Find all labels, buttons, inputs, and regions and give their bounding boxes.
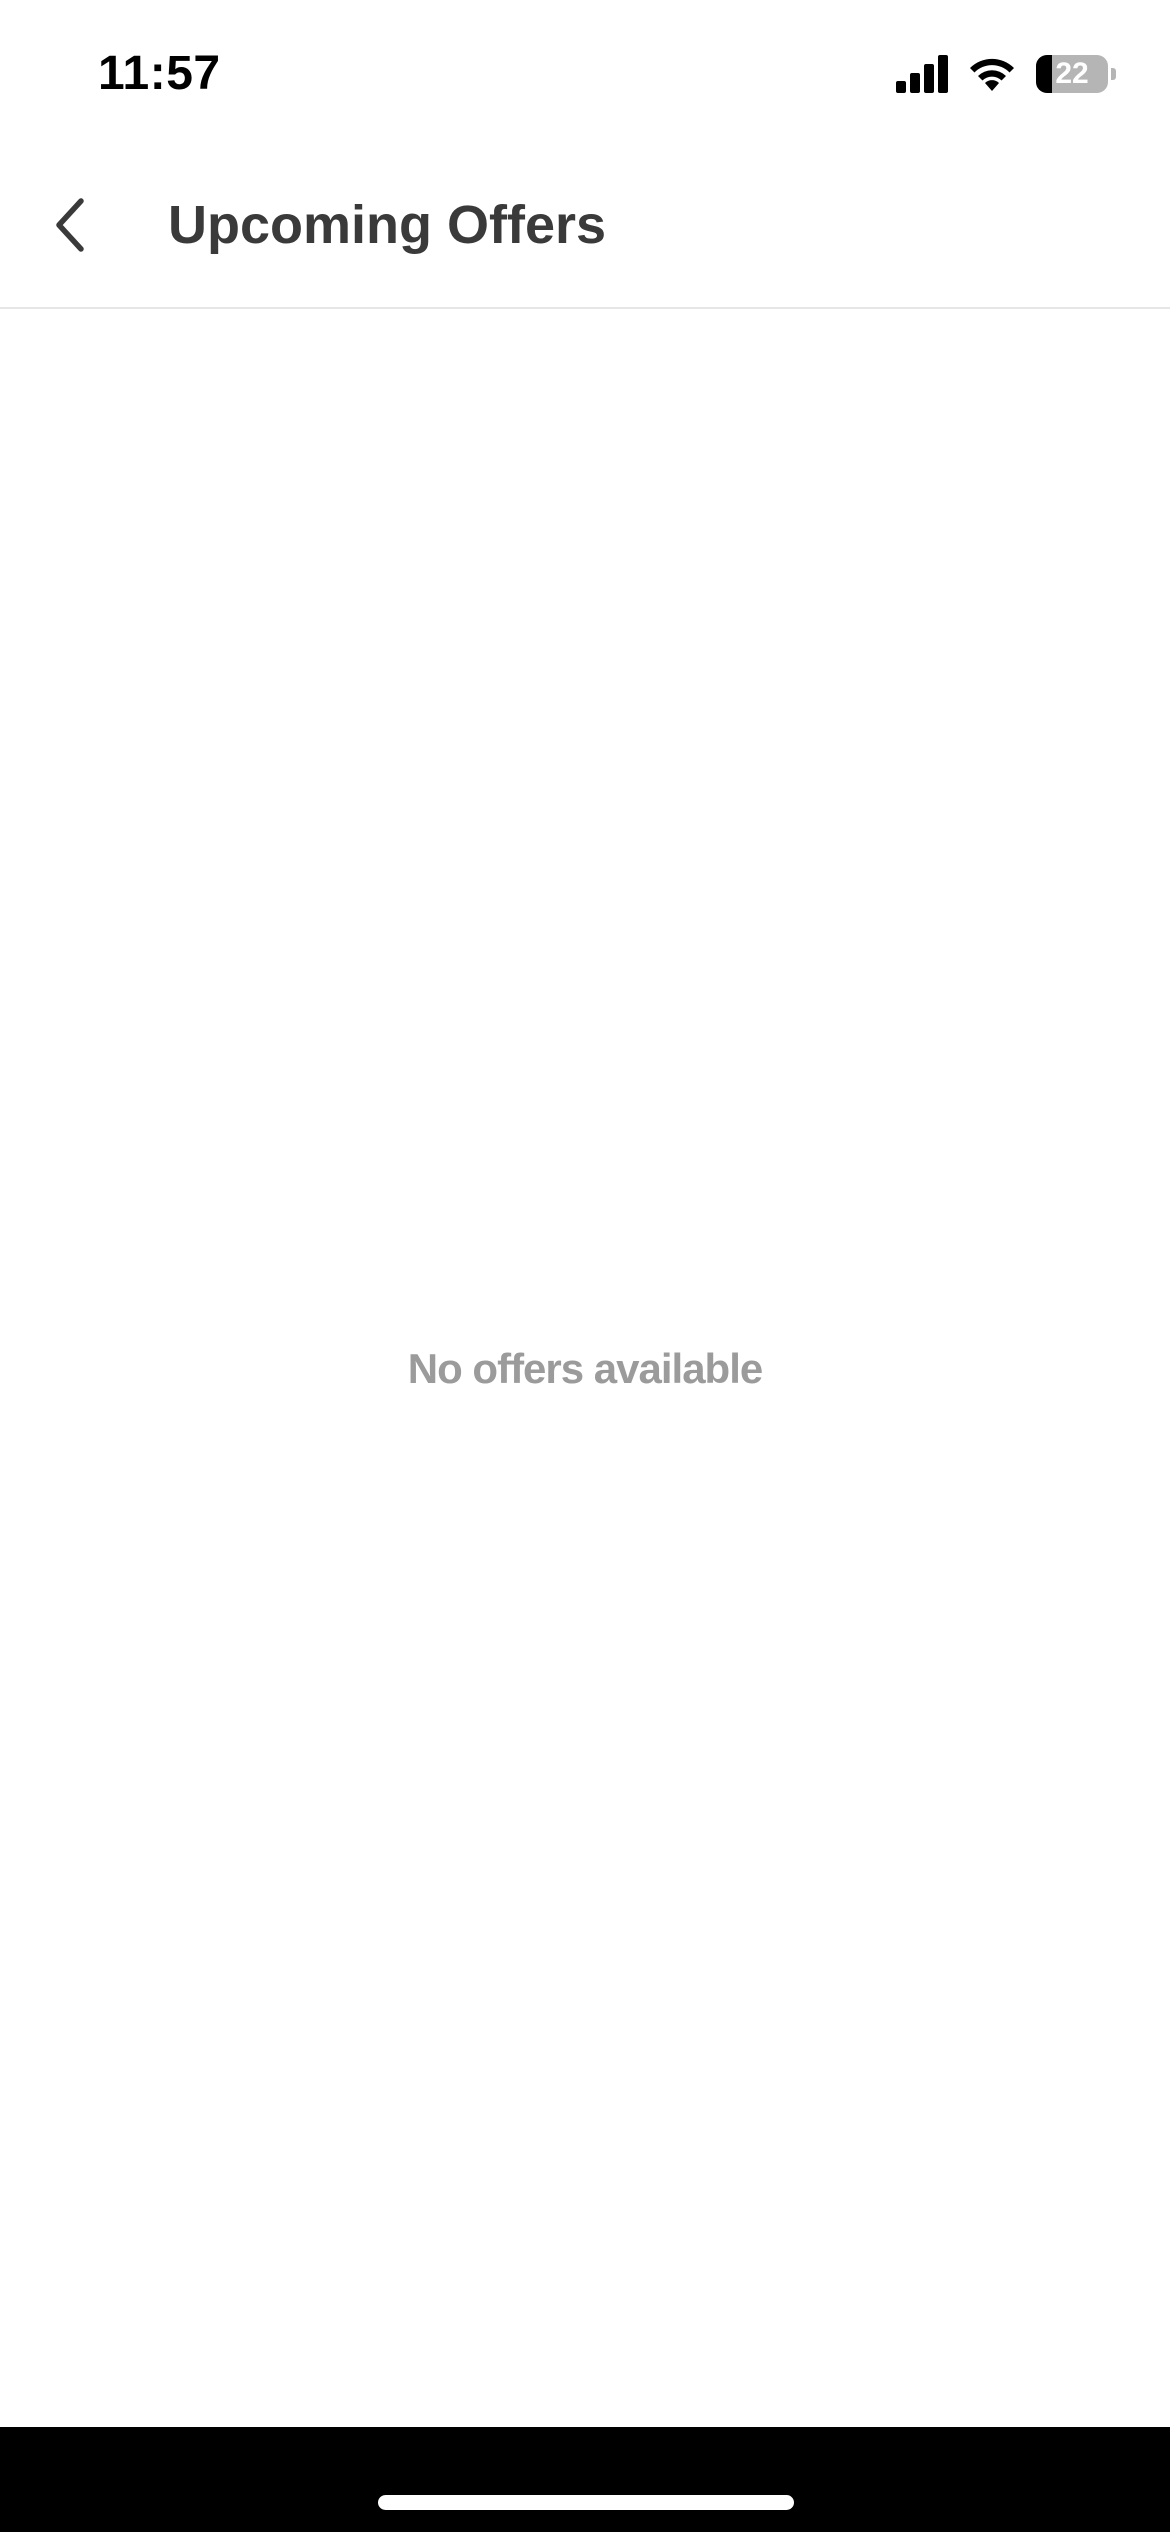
status-time: 11:57 <box>98 47 221 100</box>
header: Upcoming Offers <box>0 150 1170 309</box>
signal-icon <box>896 55 948 93</box>
back-button[interactable] <box>36 190 106 260</box>
empty-state-message: No offers available <box>407 1345 763 1392</box>
offers-list-area[interactable]: No offers available <box>0 309 1170 2427</box>
status-bar: 11:57 22 <box>0 0 1170 150</box>
battery-percent: 22 <box>1055 57 1089 90</box>
wifi-icon <box>970 58 1014 91</box>
home-indicator[interactable] <box>378 2495 794 2510</box>
battery-level <box>1036 55 1052 93</box>
battery-cap <box>1111 68 1116 80</box>
home-bar-area <box>0 2427 1170 2532</box>
status-icons: 22 <box>896 50 1116 98</box>
page-title: Upcoming Offers <box>168 195 607 255</box>
chevron-left-icon <box>56 198 84 252</box>
battery-icon: 22 <box>1036 55 1108 93</box>
